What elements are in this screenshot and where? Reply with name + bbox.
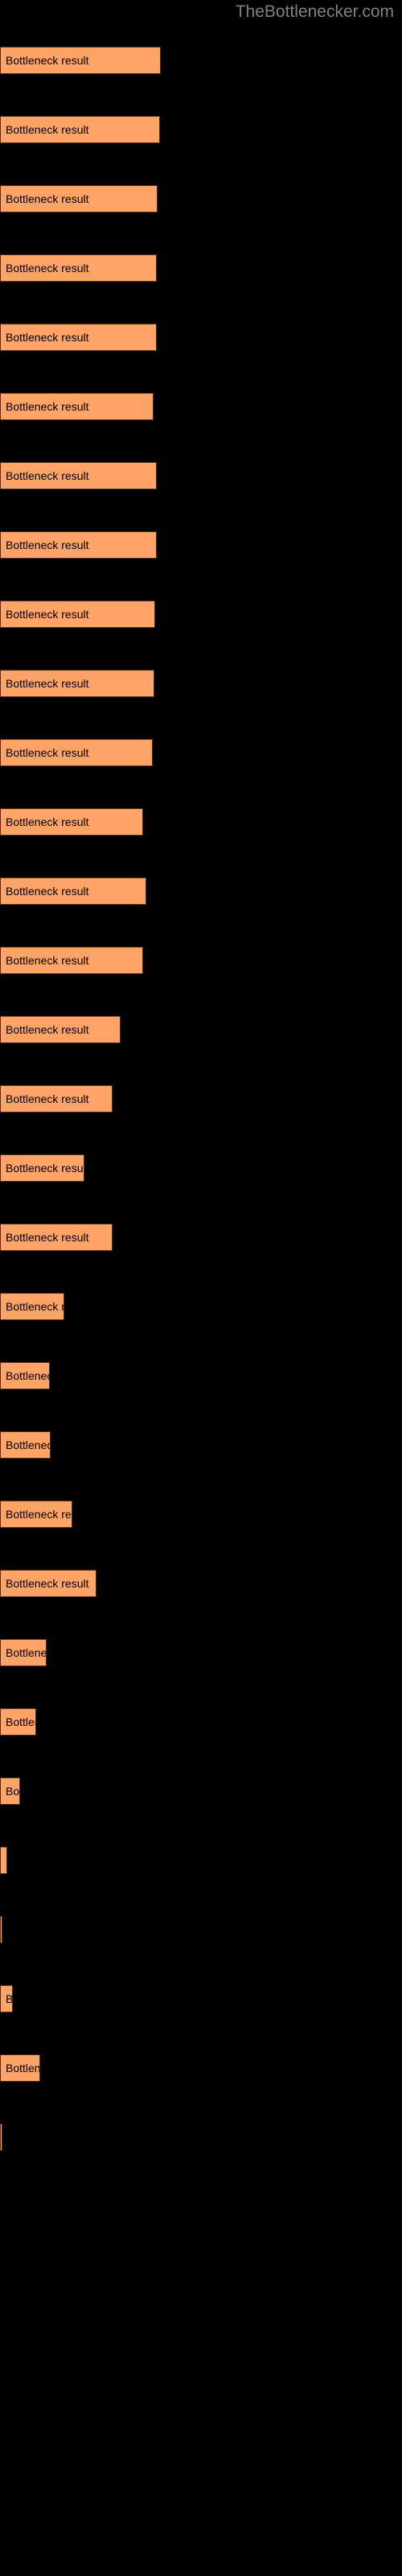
bottleneck-result-bar[interactable]: Bottleneck result [0, 116, 160, 143]
bar-row: Bottleneck result [0, 1916, 2, 1943]
bar-row: Bottleneck result [0, 462, 157, 489]
bar-row: Bottleneck result [0, 877, 146, 905]
bar-row: Bottleneck result [0, 185, 158, 213]
bottleneck-result-bar[interactable]: Bottleneck result [0, 739, 153, 766]
bottleneck-result-bar[interactable]: Bottleneck result [0, 947, 143, 974]
bar-row: Bottleneck result [0, 670, 154, 697]
bottleneck-result-bar[interactable]: Bottleneck result [0, 1708, 36, 1736]
bar-label: Bottleneck result [6, 1300, 64, 1313]
bar-row: Bottleneck result [0, 116, 160, 143]
bar-label: Bottleneck result [6, 192, 89, 205]
bar-label: Bottleneck result [6, 746, 89, 759]
bottleneck-result-bar[interactable]: Bottleneck result [0, 2054, 40, 2082]
bottleneck-result-bar[interactable]: Bottleneck result [0, 1431, 51, 1459]
bottleneck-result-bar[interactable]: Bottleneck result [0, 1985, 13, 2013]
bottleneck-result-bar[interactable]: Bottleneck result [0, 185, 158, 213]
bar-label: Bottleneck result [6, 1646, 47, 1659]
bar-label: Bottleneck result [6, 331, 89, 344]
bar-label: Bottleneck result [6, 262, 89, 275]
bottleneck-result-bar[interactable]: Bottleneck result [0, 670, 154, 697]
bar-label: Bottleneck result [6, 539, 89, 551]
bar-row: Bottleneck result [0, 601, 155, 628]
bar-label: Bottleneck result [6, 1508, 72, 1521]
bar-label: Bottleneck result [6, 1162, 84, 1174]
bar-label: Bottleneck result [6, 1854, 7, 1867]
bar-label: Bottleneck result [6, 1992, 13, 2005]
bar-label: Bottleneck result [6, 677, 89, 690]
bar-label: Bottleneck result [6, 123, 89, 136]
bottleneck-result-bar[interactable]: Bottleneck result [0, 1501, 72, 1528]
bottleneck-result-bar[interactable]: Bottleneck result [0, 808, 143, 836]
bottleneck-result-bar[interactable]: Bottleneck result [0, 1154, 84, 1182]
bottleneck-result-bar[interactable]: Bottleneck result [0, 462, 157, 489]
bottleneck-result-bar[interactable]: Bottleneck result [0, 1847, 7, 1874]
bar-label: Bottleneck result [6, 1715, 35, 1728]
bottleneck-result-bar[interactable]: Bottleneck result [0, 324, 157, 351]
bar-label: Bottleneck result [6, 1231, 89, 1244]
bar-row: Bottleneck result [0, 1847, 7, 1874]
bar-row: Bottleneck result [0, 531, 157, 559]
bottleneck-result-bar[interactable]: Bottleneck result [0, 47, 161, 74]
bottleneck-result-bar[interactable]: Bottleneck result [0, 1224, 113, 1251]
bar-row: Bottleneck result [0, 739, 153, 766]
bar-label: Bottleneck result [6, 400, 89, 413]
horizontal-bar-chart: Bottleneck result Bottleneck result Bottle… [0, 0, 402, 2576]
bar-label: Bottleneck result [6, 1023, 89, 1036]
bar-label: Bottleneck result [6, 954, 89, 967]
bar-row: Bottleneck result [0, 1708, 36, 1736]
bottleneck-result-bar[interactable]: Bottleneck result [0, 1570, 96, 1597]
bar-row: Bottleneck result [0, 1570, 96, 1597]
bottleneck-result-bar[interactable]: Bottleneck result [0, 601, 155, 628]
bar-label: Bottleneck result [6, 2062, 40, 2074]
bar-row: Bottleneck result [0, 1224, 113, 1251]
bottleneck-result-bar[interactable]: Bottleneck result [0, 1085, 113, 1113]
bar-label: Bottleneck result [6, 1369, 49, 1382]
bottleneck-result-bar[interactable]: Bottleneck result [0, 1777, 20, 1805]
bar-label: Bottleneck result [6, 1439, 50, 1451]
bar-label: Bottleneck result [6, 1092, 89, 1105]
bar-label: Bottleneck result [6, 469, 89, 482]
bar-row: Bottleneck result [0, 2124, 2, 2151]
bar-label: Bottleneck result [6, 1785, 20, 1798]
bar-row: Bottleneck result [0, 1154, 84, 1182]
bottleneck-result-bar[interactable]: Bottleneck result [0, 531, 157, 559]
bar-label: Bottleneck result [6, 608, 89, 621]
bottleneck-result-bar[interactable]: Bottleneck result [0, 1016, 121, 1043]
bottleneck-result-bar[interactable]: Bottleneck result [0, 877, 146, 905]
bar-row: Bottleneck result [0, 1431, 51, 1459]
bottleneck-result-bar[interactable]: Bottleneck result [0, 254, 157, 282]
bar-row: Bottleneck result [0, 254, 157, 282]
bar-row: Bottleneck result [0, 1362, 50, 1389]
bar-row: Bottleneck result [0, 1085, 113, 1113]
bar-row: Bottleneck result [0, 808, 143, 836]
bottleneck-result-bar[interactable]: Bottleneck result [0, 1362, 50, 1389]
bar-row: Bottleneck result [0, 47, 161, 74]
bar-row: Bottleneck result [0, 1501, 72, 1528]
bottleneck-result-bar[interactable]: Bottleneck result [0, 393, 154, 420]
bar-row: Bottleneck result [0, 1016, 121, 1043]
bar-row: Bottleneck result [0, 1985, 13, 2013]
bottleneck-result-bar[interactable]: Bottleneck result [0, 1916, 2, 1943]
bar-label: Bottleneck result [6, 1577, 89, 1590]
bar-label: Bottleneck result [6, 54, 89, 67]
bar-label: Bottleneck result [6, 885, 89, 898]
bar-row: Bottleneck result [0, 1293, 64, 1320]
bottleneck-result-bar[interactable]: Bottleneck result [0, 2124, 2, 2151]
bar-label: Bottleneck result [6, 815, 89, 828]
bar-row: Bottleneck result [0, 2054, 40, 2082]
bar-row: Bottleneck result [0, 393, 154, 420]
bar-row: Bottleneck result [0, 1777, 20, 1805]
bar-row: Bottleneck result [0, 947, 143, 974]
bar-row: Bottleneck result [0, 324, 157, 351]
bar-row: Bottleneck result [0, 1639, 47, 1666]
bottleneck-result-bar[interactable]: Bottleneck result [0, 1639, 47, 1666]
bottleneck-result-bar[interactable]: Bottleneck result [0, 1293, 64, 1320]
